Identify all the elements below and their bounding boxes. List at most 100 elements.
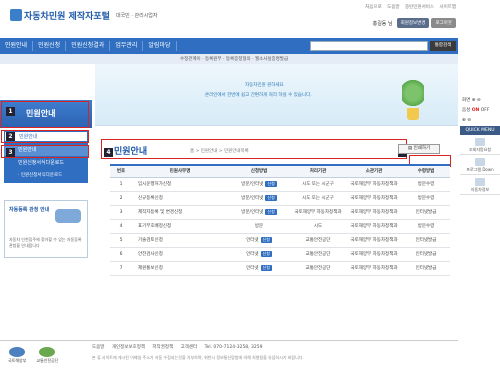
quick-item-program-label: 프로그램 Down xyxy=(466,167,494,172)
print-button[interactable]: ▤ 인쇄하기 xyxy=(398,144,440,154)
search-button[interactable]: 통합검색 xyxy=(430,41,456,51)
cell-method: 방문/인터넷 신청 xyxy=(228,177,290,192)
table-row: 2 신규등록신청 방문/인터넷 신청 시도 또는 시군구 국토해양부 자동차정책과 방문수령 xyxy=(110,191,450,206)
top-link-home[interactable]: 처음으로 xyxy=(365,5,382,10)
quick-item-carinfo[interactable]: 자동차정보 xyxy=(460,175,500,195)
registration-office-box[interactable]: 자동등록 관청 안내 자동차 인천집주에 찾아할 수 있는 자동등록관청을 안내… xyxy=(4,200,88,258)
cell-method-text: 인터넷 xyxy=(246,266,259,271)
cell-method-text: 방문/인터넷 xyxy=(241,182,264,187)
cell-no-text: 4 xyxy=(119,223,123,229)
cell-name-text: 신규등록신청 xyxy=(138,196,163,201)
cell-dept-text: 국토해양부 자동차정책과 xyxy=(350,266,398,271)
cell-no-text: 3 xyxy=(119,209,123,215)
sound-off[interactable]: OFF xyxy=(481,108,490,113)
table-row: 1 임시운행허가신청 방문/인터넷 신청 시도 또는 시군구 국토해양부 자동차정책과 방문… xyxy=(110,177,450,192)
sound-on[interactable]: ON xyxy=(472,108,480,113)
footer-link-customer[interactable]: 고객센터 xyxy=(181,345,198,350)
car-icon xyxy=(55,209,81,223)
table-header-row: 번호 민원사무명 신청방법 처리기관 소관기관 수령방법 xyxy=(110,164,450,178)
apply-badge-button[interactable]: 신청 xyxy=(260,237,272,243)
cell-no: 6 xyxy=(110,247,132,262)
col-header-org: 처리기관 xyxy=(290,164,346,178)
banner: 자동차민원 원하세요 온라인에서 한번에 쉽고 간편하게 처리 하실 수 있습니… xyxy=(95,64,458,126)
nav-item-notice[interactable]: 알림마당 xyxy=(143,41,177,51)
quick-item-program[interactable]: 프로그램 Down xyxy=(460,155,500,175)
cell-name-text: 제원통보신청 xyxy=(138,266,163,271)
cell-dept-text: 국토해양부 자동차정책과 xyxy=(350,238,398,243)
car-info-icon xyxy=(475,178,485,186)
cell-dept-text: 국토해양부 자동차정책과 xyxy=(350,224,398,229)
cell-name[interactable]: 임시운행허가신청 xyxy=(132,177,228,192)
cell-name[interactable]: 기술검토신청 xyxy=(132,233,228,248)
cell-receive-text: 방문수령 xyxy=(417,196,435,201)
cell-dept-text: 국토해양부 자동차정책과 xyxy=(350,196,398,201)
footer-logos: 국토해양부 교통안전공단 xyxy=(8,347,59,364)
nav-item-result[interactable]: 민원신청결과 xyxy=(66,41,111,51)
footer-logo-ts: 교통안전공단 xyxy=(36,347,59,364)
cell-dept: 국토해양부 자동차정책과 xyxy=(346,261,402,276)
quick-item-inquiry[interactable]: 조회자망요청 xyxy=(460,135,500,155)
cell-receive-text: 인터넷발급 xyxy=(415,266,437,271)
cell-method: 방문 xyxy=(228,219,290,234)
font-size-label: 화면 xyxy=(462,98,471,103)
apply-badge-button[interactable]: 신청 xyxy=(265,195,277,201)
logout-button[interactable]: 로그아웃 xyxy=(431,18,456,28)
cell-receive: 인터넷발급 xyxy=(402,205,450,220)
col-header-dept: 소관기관 xyxy=(346,164,402,178)
zoom-control[interactable]: ⊕ ⊖ xyxy=(460,116,500,126)
apply-badge-button[interactable]: 신청 xyxy=(260,251,272,257)
plant-leaf-icon xyxy=(402,78,424,108)
callout-marker-2: 2 xyxy=(6,132,15,141)
member-info-button[interactable]: 회원정보변경 xyxy=(396,18,430,28)
footer-logo1-text: 국토해양부 xyxy=(8,358,27,363)
cell-method-text: 방문 xyxy=(254,224,264,229)
footer-copyright: 본 류 사이트에 게시된 이메일 주소가 자동 수집되는것을 거부하며, 위반시… xyxy=(92,355,304,360)
cell-no-text: 5 xyxy=(119,237,123,243)
cell-org-text: 시도 또는 시군구 xyxy=(302,196,334,201)
cell-name[interactable]: 안전검사신청 xyxy=(132,247,228,262)
table-row: 4 표기부호배정신청 방문 시도 국토해양부 자동차정책과 방문수령 xyxy=(110,219,450,234)
cell-dept-text: 국토해양부 자동차정책과 xyxy=(350,182,398,187)
cell-org: 교통안전공단 xyxy=(290,247,346,262)
sidebar-subitem-form-download[interactable]: · 민원신청서식다운로드 xyxy=(18,172,62,178)
nav-item-apply[interactable]: 민원신청 xyxy=(33,41,67,51)
footer-link-help[interactable]: 도움말 xyxy=(92,345,104,350)
apply-badge-button[interactable]: 신청 xyxy=(260,265,272,271)
font-size-control[interactable]: 화면 ⊕ ⊖ xyxy=(460,96,500,106)
logo-mark-icon xyxy=(10,9,22,21)
cell-org: 시도 xyxy=(290,219,346,234)
col-header-no: 번호 xyxy=(110,164,132,178)
search-input[interactable] xyxy=(310,41,428,51)
apply-badge-button[interactable]: 신청 xyxy=(265,181,277,187)
top-link-service[interactable]: 중탄민원서비스 xyxy=(405,5,434,10)
top-link-help[interactable]: 도움말 xyxy=(387,5,399,10)
cell-org: 시도 또는 시군구 xyxy=(290,191,346,206)
nav-item-guide[interactable]: 민원안내 xyxy=(0,41,34,51)
footer-logo-molit: 국토해양부 xyxy=(8,347,26,364)
registration-office-desc: 자동차 인천집주에 찾아할 수 있는 자동등록관청을 안내합니다 xyxy=(9,237,82,248)
sidebar-item-form-download[interactable]: 민원신청서식다운로드 xyxy=(4,158,88,169)
top-link-sitemap[interactable]: 사이트맵 xyxy=(439,5,456,10)
cell-method-text: 방문/인터넷 xyxy=(241,196,264,201)
cell-receive: 방문수령 xyxy=(402,191,450,206)
sound-toggle[interactable]: 음성 ON OFF xyxy=(460,106,500,116)
cell-org-text: 교통안전공단 xyxy=(305,238,331,243)
cell-name[interactable]: 신규등록신청 xyxy=(132,191,228,206)
cell-name[interactable]: 제작자등록 및 변경신청 xyxy=(132,205,228,220)
molit-logo-icon xyxy=(9,347,26,357)
nav-item-manage[interactable]: 업무관리 xyxy=(110,41,144,51)
registration-office-title: 자동등록 관청 안내 xyxy=(9,207,50,213)
cell-name[interactable]: 표기부호배정신청 xyxy=(132,219,228,234)
footer-link-copyright[interactable]: 저작권정책 xyxy=(152,345,173,350)
apply-badge-button[interactable]: 신청 xyxy=(265,209,277,215)
cell-method: 방문/인터넷 신청 xyxy=(228,205,290,220)
cell-org: 국토해양부 자동차정책과 xyxy=(290,205,346,220)
quick-item-carinfo-label: 자동차정보 xyxy=(470,187,490,192)
cell-org: 교통안전공단 xyxy=(290,261,346,276)
download-icon xyxy=(475,158,485,166)
logo[interactable]: 자동차민원 제작자포털 대국민 · 관리시업자 xyxy=(10,8,158,22)
cell-name-text: 안전검사신청 xyxy=(138,252,163,257)
cell-name[interactable]: 제원통보신청 xyxy=(132,261,228,276)
cell-receive: 방문수령 xyxy=(402,219,450,234)
footer-link-privacy[interactable]: 개인정보보호정책 xyxy=(112,345,145,350)
